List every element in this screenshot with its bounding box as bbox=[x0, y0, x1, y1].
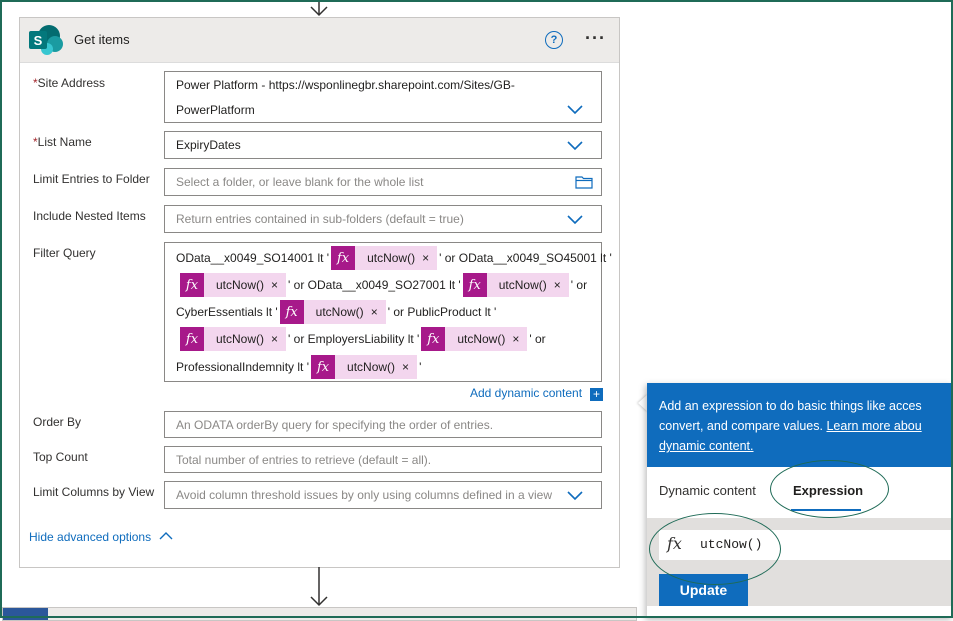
limit-folder-label: Limit Entries to Folder bbox=[33, 172, 150, 186]
add-icon[interactable]: + bbox=[590, 388, 603, 401]
limit-columns-dropdown[interactable]: Avoid column threshold issues by only us… bbox=[164, 481, 602, 509]
fx-icon: fx bbox=[180, 327, 204, 351]
next-action-card[interactable] bbox=[2, 607, 637, 621]
get-items-action-card: S Get items ? ··· *Site Address Power Pl… bbox=[19, 17, 620, 568]
filter-query-line: CyberEssentials lt ' fx utcNow() × ' or Pu… bbox=[176, 299, 496, 325]
site-address-label: *Site Address bbox=[33, 76, 106, 90]
expression-token[interactable]: fx utcNow() × bbox=[311, 355, 418, 379]
list-name-dropdown[interactable]: ExpiryDates bbox=[164, 131, 602, 159]
filter-query-line: OData__x0049_SO14001 lt ' fx utcNow() × ' … bbox=[176, 245, 612, 271]
expression-token[interactable]: fx utcNow() × bbox=[180, 327, 287, 351]
limit-folder-input[interactable]: Select a folder, or leave blank for the … bbox=[164, 168, 602, 196]
expression-token[interactable]: fx utcNow() × bbox=[462, 273, 569, 297]
expression-text: utcNow() bbox=[700, 537, 763, 552]
tab-expression[interactable]: Expression bbox=[793, 483, 863, 498]
site-address-dropdown[interactable]: Power Platform - https://wsponlinegbr.sh… bbox=[164, 71, 602, 123]
hide-advanced-options-link[interactable]: Hide advanced options bbox=[29, 530, 151, 544]
limit-columns-label: Limit Columns by View bbox=[33, 485, 155, 499]
panel-info-banner: Add an expression to do basic things lik… bbox=[647, 383, 953, 467]
add-dynamic-content-link[interactable]: Add dynamic content bbox=[470, 386, 582, 400]
sharepoint-icon: S bbox=[29, 25, 63, 55]
dynamic-content-link[interactable]: dynamic content. bbox=[659, 436, 754, 456]
connector-arrow-top bbox=[310, 0, 328, 17]
close-icon: × bbox=[271, 278, 279, 292]
filter-query-label: Filter Query bbox=[33, 246, 96, 260]
close-icon: × bbox=[402, 360, 410, 374]
expression-token[interactable]: fx utcNow() × bbox=[279, 300, 386, 324]
help-icon[interactable]: ? bbox=[545, 31, 563, 49]
tab-dynamic-content[interactable]: Dynamic content bbox=[659, 483, 756, 498]
nested-items-dropdown[interactable]: Return entries contained in sub-folders … bbox=[164, 205, 602, 233]
learn-more-link[interactable]: Learn more abou bbox=[826, 419, 921, 433]
info-text-line1: Add an expression to do basic things lik… bbox=[659, 399, 922, 413]
more-options-icon[interactable]: ··· bbox=[585, 28, 606, 49]
order-by-placeholder: An ODATA orderBy query for specifying th… bbox=[176, 418, 494, 432]
chevron-up-icon[interactable] bbox=[159, 532, 173, 540]
top-count-placeholder: Total number of entries to retrieve (def… bbox=[176, 453, 432, 467]
nested-items-placeholder: Return entries contained in sub-folders … bbox=[176, 212, 464, 226]
chevron-down-icon[interactable] bbox=[567, 141, 583, 151]
folder-icon[interactable] bbox=[575, 175, 593, 189]
site-address-value-line2: PowerPlatform bbox=[176, 103, 255, 117]
card-title: Get items bbox=[74, 32, 130, 47]
fx-icon: fx bbox=[180, 273, 204, 297]
fx-icon: fx bbox=[311, 355, 336, 379]
site-address-value-line1: Power Platform - https://wsponlinegbr.sh… bbox=[176, 78, 515, 92]
chevron-down-icon[interactable] bbox=[567, 215, 583, 225]
expression-panel: Add an expression to do basic things lik… bbox=[647, 383, 953, 618]
filter-query-line: fx utcNow() × ' or OData__x0049_SO27001 lt… bbox=[178, 272, 587, 298]
expression-token[interactable]: fx utcNow() × bbox=[331, 246, 438, 270]
svg-text:S: S bbox=[34, 33, 43, 48]
nested-items-label: Include Nested Items bbox=[33, 209, 146, 223]
fx-icon: fx bbox=[421, 327, 446, 351]
chevron-down-icon[interactable] bbox=[567, 105, 583, 115]
limit-folder-placeholder: Select a folder, or leave blank for the … bbox=[176, 175, 424, 189]
close-icon: × bbox=[422, 251, 430, 265]
info-text-line2: convert, and compare values. Learn more … bbox=[659, 419, 922, 433]
top-count-input[interactable]: Total number of entries to retrieve (def… bbox=[164, 446, 602, 473]
close-icon: × bbox=[271, 332, 279, 346]
chevron-down-icon[interactable] bbox=[567, 491, 583, 501]
connector-arrow-bottom bbox=[310, 567, 328, 607]
expression-input[interactable]: fx utcNow() bbox=[659, 530, 953, 560]
filter-query-line: fx utcNow() × ' or EmployersLiability lt '… bbox=[178, 326, 546, 352]
next-action-icon bbox=[3, 608, 48, 620]
order-by-label: Order By bbox=[33, 415, 82, 429]
list-name-label: *List Name bbox=[33, 135, 92, 149]
expression-token[interactable]: fx utcNow() × bbox=[180, 273, 287, 297]
close-icon: × bbox=[370, 305, 378, 319]
filter-query-input[interactable]: OData__x0049_SO14001 lt ' fx utcNow() × ' … bbox=[164, 242, 612, 382]
expression-token[interactable]: fx utcNow() × bbox=[421, 327, 528, 351]
top-count-label: Top Count bbox=[33, 450, 88, 464]
fx-icon: fx bbox=[331, 246, 356, 270]
list-name-value: ExpiryDates bbox=[176, 138, 241, 152]
fx-icon: fx bbox=[667, 534, 682, 553]
update-button[interactable]: Update bbox=[659, 574, 748, 606]
close-icon: × bbox=[512, 332, 520, 346]
fx-icon: fx bbox=[279, 300, 304, 324]
limit-columns-placeholder: Avoid column threshold issues by only us… bbox=[176, 488, 552, 502]
order-by-input[interactable]: An ODATA orderBy query for specifying th… bbox=[164, 411, 602, 438]
active-tab-indicator bbox=[791, 509, 861, 511]
close-icon: × bbox=[553, 278, 561, 292]
filter-query-line: ProfessionalIndemnity lt ' fx utcNow() × ' bbox=[176, 354, 421, 380]
card-header[interactable]: S Get items ? ··· bbox=[20, 18, 619, 63]
fx-icon: fx bbox=[462, 273, 487, 297]
